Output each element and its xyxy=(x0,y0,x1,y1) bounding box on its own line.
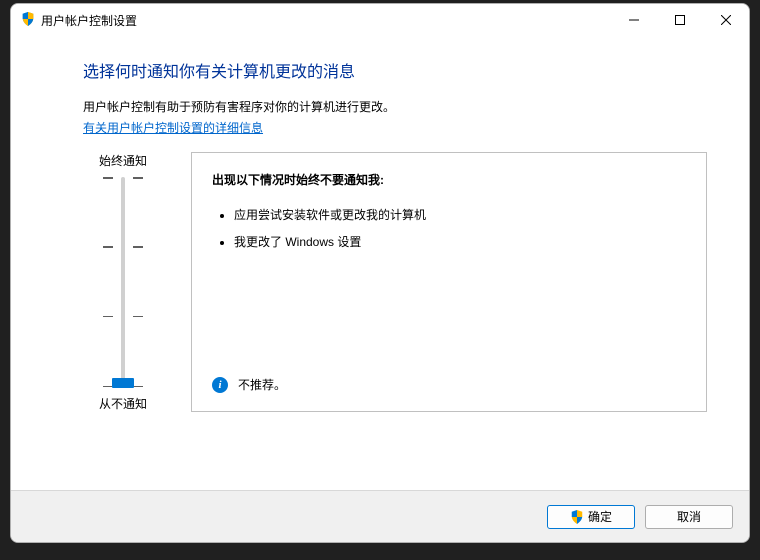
window-title: 用户帐户控制设置 xyxy=(41,12,137,29)
shield-icon xyxy=(21,12,35,29)
ok-button[interactable]: 确定 xyxy=(547,505,635,529)
footer: 确定 取消 xyxy=(11,490,749,542)
window-controls xyxy=(611,4,749,36)
panel-list: 应用尝试安装软件或更改我的计算机 我更改了 Windows 设置 xyxy=(212,202,686,255)
slider-column: 始终通知 从不通知 xyxy=(83,152,163,412)
slider-area: 始终通知 从不通知 出现以下情况时始终不要通知我: 应用尝试安装软件或更改我的计… xyxy=(83,152,707,412)
page-heading: 选择何时通知你有关计算机更改的消息 xyxy=(83,58,707,82)
cancel-button-label: 取消 xyxy=(677,508,701,525)
maximize-button[interactable] xyxy=(657,4,703,36)
cancel-button[interactable]: 取消 xyxy=(645,505,733,529)
slider-label-top: 始终通知 xyxy=(99,152,147,169)
close-button[interactable] xyxy=(703,4,749,36)
slider-label-bottom: 从不通知 xyxy=(99,395,147,412)
slider-thumb[interactable] xyxy=(112,378,134,388)
slider-track xyxy=(121,177,125,387)
notification-slider[interactable] xyxy=(103,177,143,387)
content-area: 选择何时通知你有关计算机更改的消息 用户帐户控制有助于预防有害程序对你的计算机进… xyxy=(11,36,749,490)
uac-settings-window: 用户帐户控制设置 选择何时通知你有关计算机更改的消息 用户帐户控制有助于预防有害… xyxy=(10,3,750,543)
info-icon: i xyxy=(212,377,228,393)
shield-icon xyxy=(570,510,584,524)
list-item: 我更改了 Windows 设置 xyxy=(234,229,686,255)
titlebar[interactable]: 用户帐户控制设置 xyxy=(11,4,749,36)
list-item: 应用尝试安装软件或更改我的计算机 xyxy=(234,202,686,228)
info-panel: 出现以下情况时始终不要通知我: 应用尝试安装软件或更改我的计算机 我更改了 Wi… xyxy=(191,152,707,412)
minimize-button[interactable] xyxy=(611,4,657,36)
ok-button-label: 确定 xyxy=(588,508,612,525)
panel-note: i 不推荐。 xyxy=(212,360,686,393)
panel-title: 出现以下情况时始终不要通知我: xyxy=(212,171,686,188)
help-link[interactable]: 有关用户帐户控制设置的详细信息 xyxy=(83,119,707,136)
note-text: 不推荐。 xyxy=(238,376,286,393)
page-description: 用户帐户控制有助于预防有害程序对你的计算机进行更改。 xyxy=(83,98,707,117)
